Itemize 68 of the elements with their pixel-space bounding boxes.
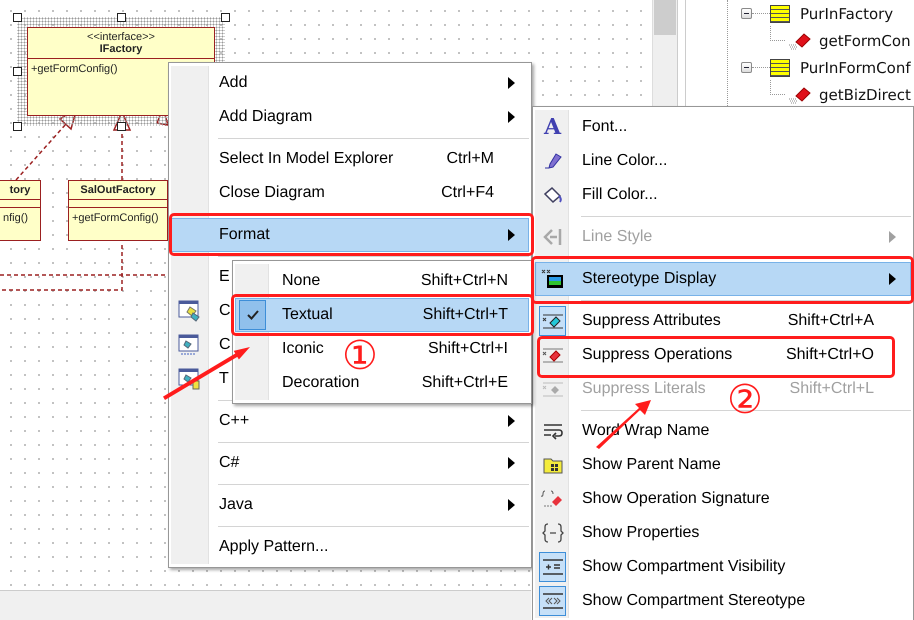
menu-item[interactable]: C [219,336,231,354]
vertical-scrollbar[interactable] [652,0,677,106]
menu-item[interactable]: Show Operation Signature [582,490,770,508]
menu-item[interactable]: Show Properties [582,524,700,542]
class-name: SalOutFactory [79,184,157,196]
font-icon: A [544,114,562,140]
class-icon [770,4,790,22]
menu-item[interactable]: Apply Pattern... [219,538,328,556]
menu-item[interactable]: Add Diagram [219,108,312,126]
class-operation: +getFormConfig() [72,212,160,224]
menu-item[interactable]: Stereotype Display [535,262,911,296]
shortcut-text: Shift+Ctrl+A [788,312,874,330]
menu-item[interactable]: Textual Shift+Ctrl+T [235,298,529,332]
operation-icon [787,30,813,50]
menu-item[interactable]: Show Compartment Visibility [582,558,786,576]
menu-item[interactable]: Format [171,218,529,252]
stereotype-icon [540,268,564,290]
class-name: tory [8,184,32,196]
braces-icon [542,522,564,544]
menu-item[interactable]: Decoration [282,374,360,392]
menu-item[interactable]: T [219,370,229,388]
menu-item[interactable]: C# [219,454,240,472]
menu-item[interactable]: Show Parent Name [582,456,721,474]
tree-item[interactable]: getFormCon [819,32,911,50]
menu-item[interactable]: Close Diagram [219,184,325,202]
menu-item[interactable]: Fill Color... [582,186,658,204]
compartment-icon [540,591,564,611]
menu-item[interactable]: Show Compartment Stereotype [582,592,806,610]
class-name: IFactory [98,43,144,55]
paint-bucket-icon [542,185,564,205]
shortcut-text: Shift+Ctrl+I [428,340,508,358]
menu-item[interactable]: Add [219,74,248,92]
operation-icon [787,84,813,104]
shortcut-text: Shift+Ctrl+E [422,374,508,392]
collapse-icon[interactable] [741,8,752,19]
menu-item[interactable]: Iconic [282,340,324,358]
menu-item[interactable]: Suppress Operations [582,346,732,364]
step-number: ② [727,380,763,420]
tree-item[interactable]: PurInFormConf [800,58,911,76]
class-operation: +getFormConfig() [31,63,119,75]
line-style-icon [542,226,564,248]
horizontal-scrollbar[interactable] [0,590,531,620]
compartment-icon [540,557,564,577]
tree-item[interactable]: getBizDirect [819,86,911,104]
class-stereotype: <<interface>> [86,31,156,43]
menu-item[interactable]: Font... [582,118,628,136]
tree-item[interactable]: PurInFactory [800,4,894,22]
menu-item[interactable]: Line Color... [582,152,668,170]
class-operation: nfig() [3,212,30,224]
menu-item[interactable]: Select In Model Explorer [219,150,394,168]
menu-item[interactable]: Suppress Attributes [582,312,721,330]
menu-item[interactable]: None [282,272,320,290]
class-box[interactable]: SalOutFactory +getFormConfig() [68,180,168,241]
menu-item[interactable]: Java [219,496,253,514]
menu-item[interactable]: E [219,268,230,286]
shortcut-text: Shift+Ctrl+L [790,380,874,398]
menu-item[interactable]: C++ [219,412,250,430]
collapse-icon[interactable] [741,62,752,73]
class-box[interactable]: tory nfig() [0,180,41,241]
shortcut-text: Ctrl+M [446,150,494,168]
word-wrap-icon [542,421,564,441]
shortcut-text: Shift+Ctrl+O [786,346,874,364]
menu-item[interactable]: C [219,302,231,320]
shortcut-text: Ctrl+F4 [441,184,494,202]
step-number: ① [342,336,378,376]
operation-signature-icon [540,489,564,509]
shortcut-text: Shift+Ctrl+N [420,272,508,290]
class-icon [770,58,790,76]
